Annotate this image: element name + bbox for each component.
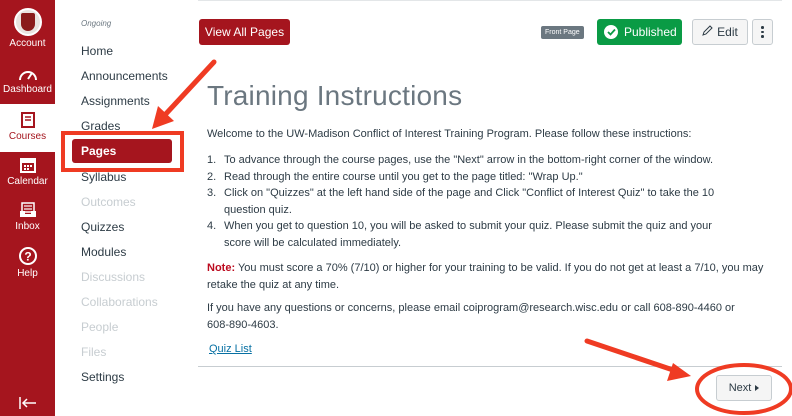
step-text: Click on "Quizzes" at the left hand side… bbox=[224, 187, 715, 216]
page-content: View All Pages Front Page Published Edit… bbox=[190, 0, 792, 416]
course-nav-modules[interactable]: Modules bbox=[81, 245, 126, 259]
inbox-icon bbox=[19, 201, 37, 219]
course-nav-assignments[interactable]: Assignments bbox=[81, 94, 150, 108]
published-label: Published bbox=[624, 25, 677, 39]
top-divider bbox=[198, 0, 782, 1]
course-nav-quizzes[interactable]: Quizzes bbox=[81, 220, 124, 234]
course-nav-files: Files bbox=[81, 345, 107, 359]
step-text: When you get to question 10, you will be… bbox=[224, 220, 712, 249]
courses-icon bbox=[19, 111, 37, 129]
course-nav-discussions: Discussions bbox=[81, 270, 146, 284]
list-item: 2. Read through the entire course until y… bbox=[207, 170, 583, 183]
kebab-icon bbox=[761, 26, 764, 38]
list-item: 1. To advance through the course pages, u… bbox=[207, 154, 714, 166]
global-nav: Account Dashboard Courses Calendar Inbox… bbox=[0, 0, 55, 416]
course-nav-settings[interactable]: Settings bbox=[81, 370, 124, 384]
collapse-icon bbox=[18, 396, 38, 410]
view-all-pages-button[interactable]: View All Pages bbox=[199, 19, 290, 45]
course-nav-outcomes: Outcomes bbox=[81, 195, 136, 209]
nav-calendar-label: Calendar bbox=[7, 176, 48, 187]
calendar-icon bbox=[19, 156, 37, 174]
help-icon: ? bbox=[18, 246, 38, 266]
quiz-list-link[interactable]: Quiz List bbox=[209, 343, 252, 355]
nav-help-label: Help bbox=[17, 268, 38, 279]
nav-dashboard-label: Dashboard bbox=[3, 84, 52, 95]
course-nav-home[interactable]: Home bbox=[81, 44, 113, 58]
intro-text: Welcome to the UW-Madison Conflict of In… bbox=[207, 128, 692, 140]
nav-calendar[interactable]: Calendar bbox=[0, 156, 55, 196]
check-circle-icon bbox=[604, 25, 618, 39]
list-item: 4. When you get to question 10, you will … bbox=[207, 220, 712, 249]
next-button[interactable]: Next bbox=[716, 375, 772, 401]
nav-dashboard[interactable]: Dashboard bbox=[0, 66, 55, 106]
caret-right-icon bbox=[755, 385, 760, 391]
list-item: 3. Click on "Quizzes" at the left hand si… bbox=[207, 187, 715, 216]
nav-courses-label: Courses bbox=[8, 131, 47, 142]
collapse-nav-button[interactable] bbox=[0, 396, 55, 412]
step-text: To advance through the course pages, use… bbox=[224, 154, 714, 166]
note-paragraph: Note: You must score a 70% (7/10) or hig… bbox=[207, 260, 767, 294]
dashboard-icon bbox=[18, 66, 38, 82]
more-options-button[interactable] bbox=[752, 19, 773, 45]
contact-paragraph: If you have any questions or concerns, p… bbox=[207, 302, 735, 331]
instruction-list: 1. To advance through the course pages, u… bbox=[207, 152, 727, 251]
svg-text:?: ? bbox=[24, 250, 31, 264]
footer-divider bbox=[198, 366, 782, 367]
pencil-icon bbox=[702, 25, 713, 39]
pages-highlight-box bbox=[61, 131, 184, 172]
course-nav-announcements[interactable]: Announcements bbox=[81, 69, 168, 83]
nav-account-label: Account bbox=[9, 38, 46, 49]
published-button[interactable]: Published bbox=[597, 19, 682, 45]
page-title: Training Instructions bbox=[207, 80, 463, 111]
edit-label: Edit bbox=[717, 25, 738, 39]
course-section-label: Ongoing bbox=[81, 19, 112, 28]
front-page-badge: Front Page bbox=[541, 26, 584, 39]
avatar bbox=[13, 8, 42, 36]
course-nav-people: People bbox=[81, 320, 119, 334]
course-nav-syllabus[interactable]: Syllabus bbox=[81, 170, 126, 184]
course-nav-collaborations: Collaborations bbox=[81, 295, 158, 309]
edit-button[interactable]: Edit bbox=[692, 19, 748, 45]
next-label: Next bbox=[728, 382, 752, 394]
nav-inbox-label: Inbox bbox=[15, 221, 40, 232]
nav-help[interactable]: ? Help bbox=[0, 246, 55, 286]
nav-inbox[interactable]: Inbox bbox=[0, 201, 55, 241]
nav-account[interactable]: Account bbox=[0, 8, 55, 58]
course-nav: Ongoing Home Announcements Assignments G… bbox=[55, 0, 190, 416]
note-text: You must score a 70% (7/10) or higher fo… bbox=[207, 262, 764, 291]
step-text: Read through the entire course until you… bbox=[224, 170, 583, 183]
note-label: Note: bbox=[207, 262, 236, 274]
nav-courses[interactable]: Courses bbox=[0, 104, 55, 152]
